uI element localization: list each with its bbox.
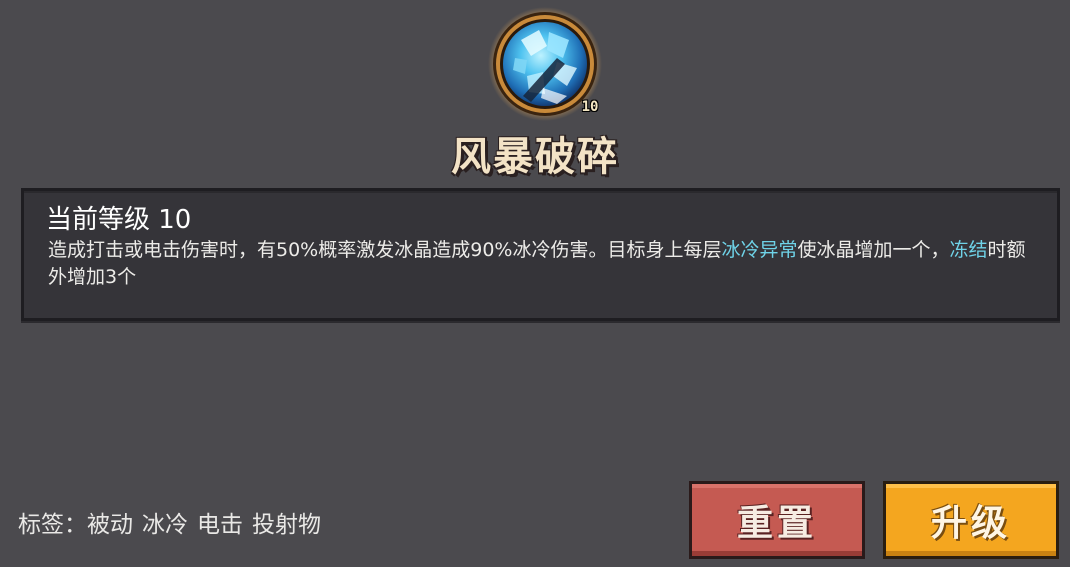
description-text: 使冰晶增加一个， xyxy=(797,239,950,261)
keyword-chill-ailment: 冰冷异常 xyxy=(721,239,798,261)
tag-item: 投射物 xyxy=(252,512,321,538)
skill-description-panel: 当前等级 10 造成打击或电击伤害时，有50%概率激发冰晶造成90%冰冷伤害。目… xyxy=(21,188,1060,321)
tags-row: 标签：被动 冰冷 电击 投射物 xyxy=(18,505,330,539)
tags-label: 标签： xyxy=(18,512,87,538)
skill-level-badge: 10 xyxy=(581,99,599,115)
skill-title: 风暴破碎 xyxy=(451,134,619,180)
tag-item: 被动 xyxy=(87,512,133,538)
description-text: 造成打击或电击伤害时，有50%概率激发冰晶造成90%冰冷伤害。目标身上每层 xyxy=(48,239,722,261)
tag-item: 电击 xyxy=(197,512,243,538)
skill-description: 造成打击或电击伤害时，有50%概率激发冰晶造成90%冰冷伤害。目标身上每层冰冷异… xyxy=(48,237,1038,291)
current-level-label: 当前等级 10 xyxy=(46,205,192,235)
keyword-freeze: 冻结 xyxy=(949,239,988,261)
upgrade-button[interactable]: 升级 xyxy=(883,481,1059,559)
reset-button[interactable]: 重置 xyxy=(689,481,865,559)
tag-item: 冰冷 xyxy=(142,512,188,538)
